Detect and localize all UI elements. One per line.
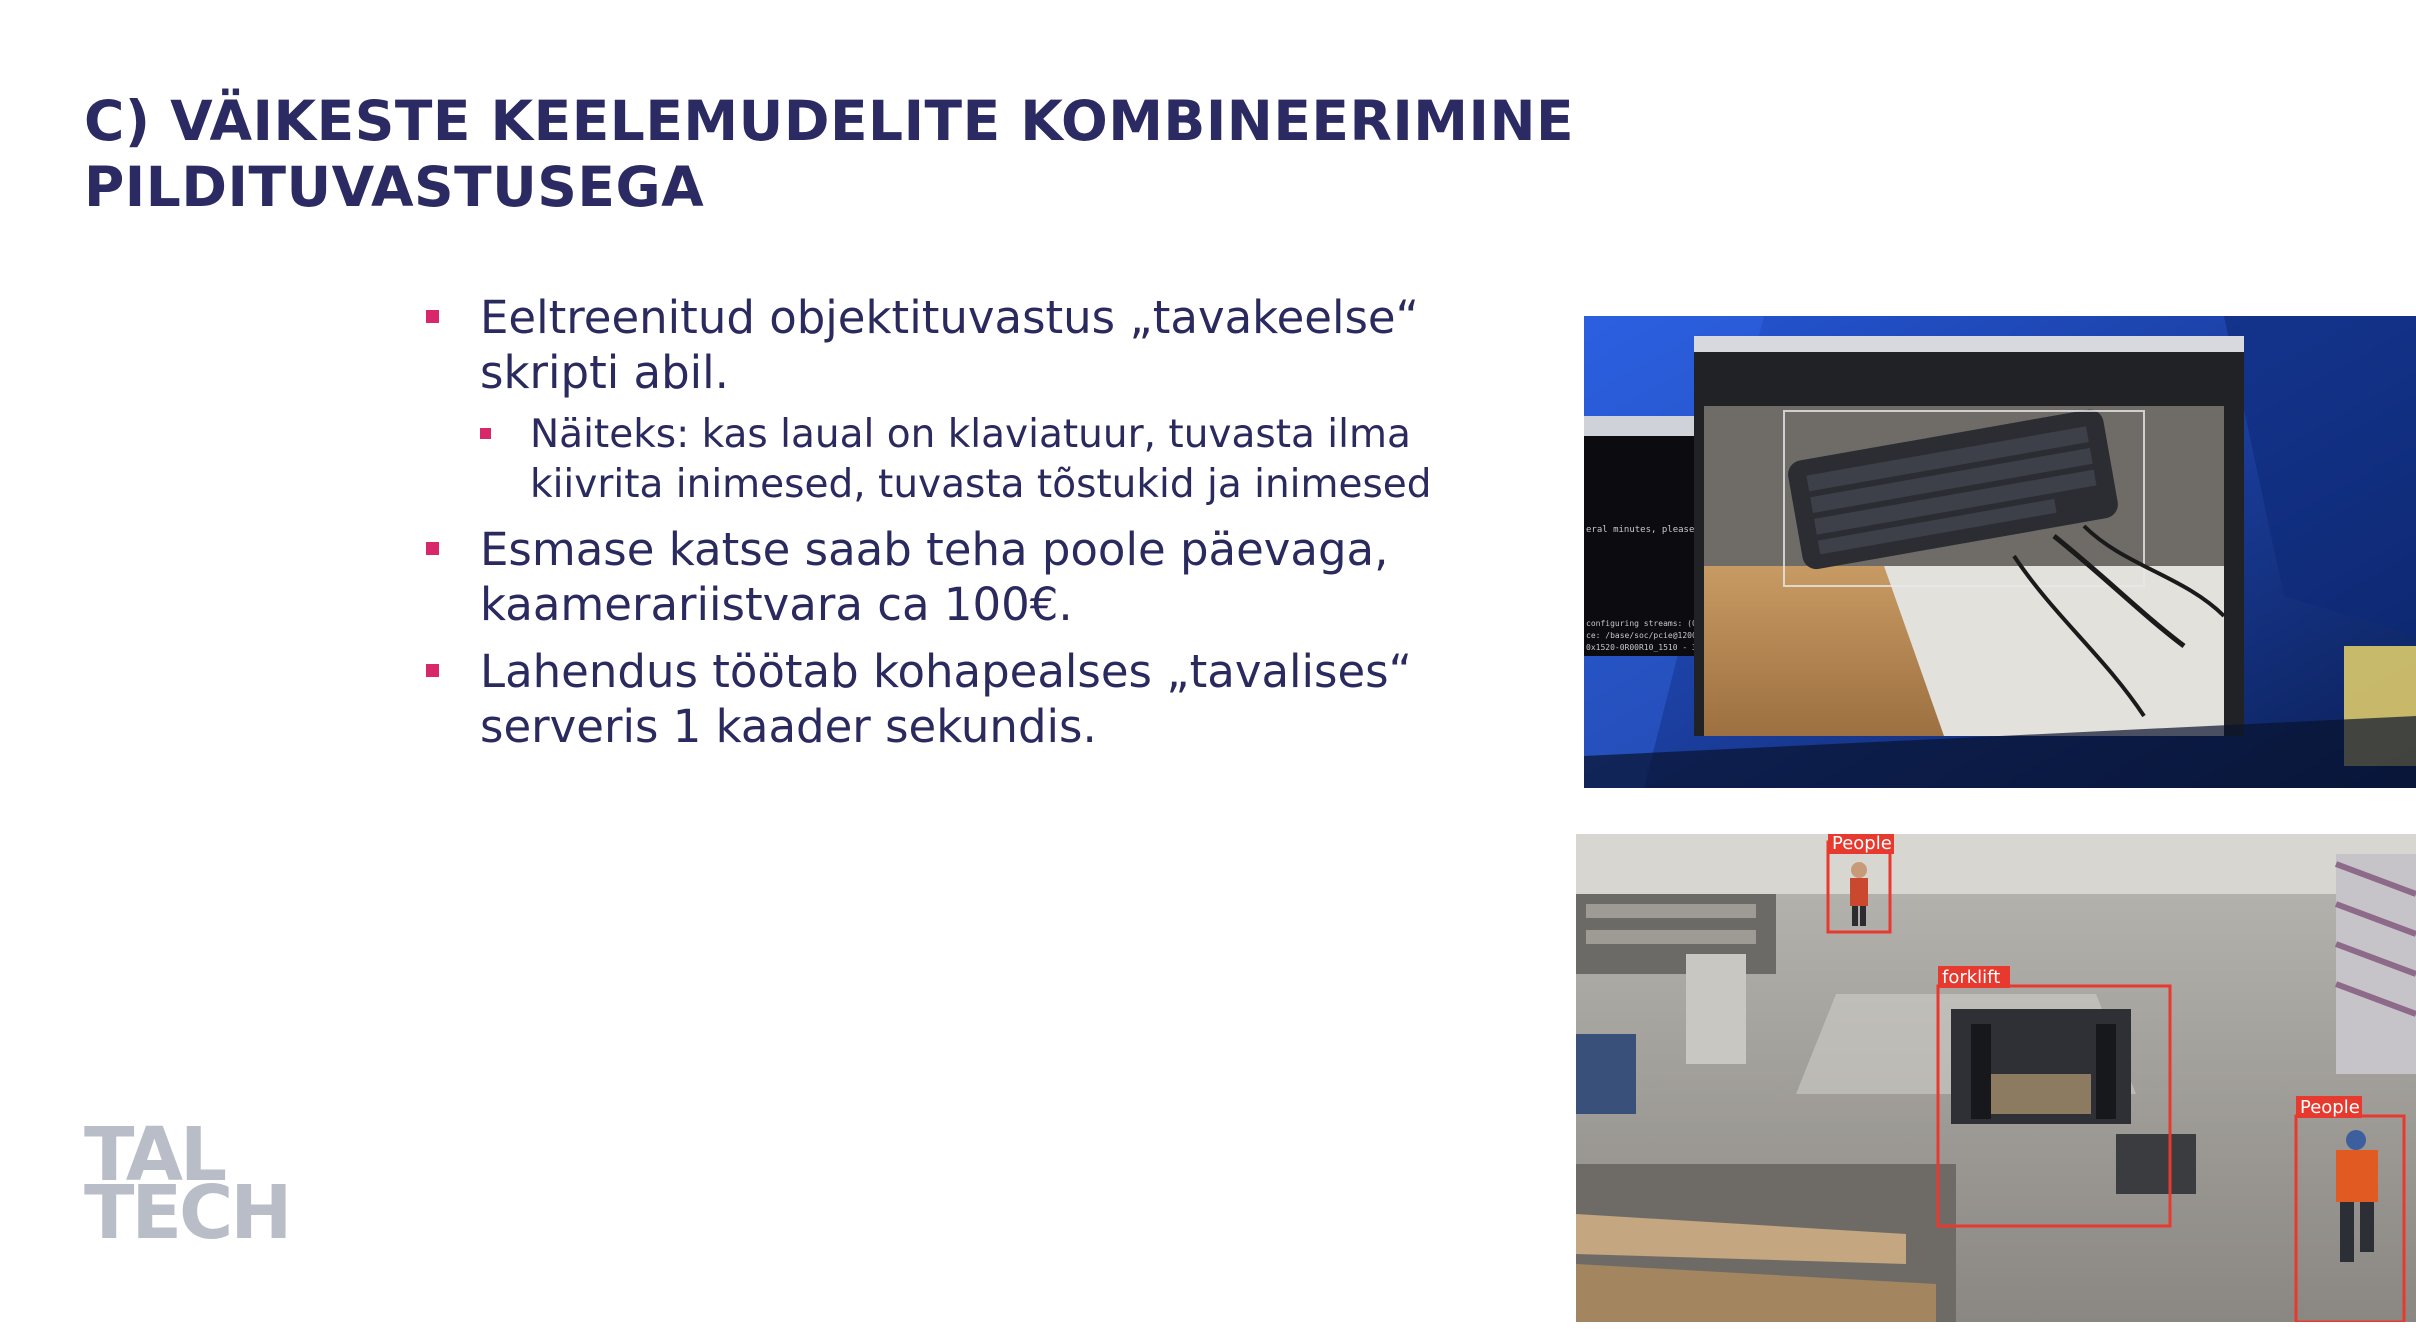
detection-label: forklift bbox=[1942, 967, 2000, 988]
bullet-text-line1: Esmase katse saab teha poole päevaga, bbox=[480, 523, 1389, 576]
sub-bullet-item: Näiteks: kas laual on klaviatuur, tuvast… bbox=[470, 410, 1560, 510]
bullet-marker bbox=[426, 310, 439, 323]
logo-line2: TECH bbox=[84, 1170, 292, 1256]
bullet-list: Eeltreenitud objektituvastus „tavakeelse… bbox=[420, 290, 1560, 766]
keyboard-detection-photo: eral minutes, please configuring streams… bbox=[1584, 316, 2416, 788]
bullet-text-line2: kaamerariistvara ca 100€. bbox=[480, 578, 1073, 631]
bullet-marker bbox=[426, 664, 439, 677]
bullet-text-line1: Näiteks: kas laual on klaviatuur, tuvast… bbox=[530, 412, 1411, 457]
taltech-logo: TAL TECH bbox=[84, 1118, 304, 1256]
terminal-line: eral minutes, please bbox=[1586, 525, 1694, 535]
terminal-line: configuring streams: (0 bbox=[1586, 619, 1697, 628]
bullet-text-line2: kiivrita inimesed, tuvasta tõstukid ja i… bbox=[530, 462, 1432, 507]
slide-title-line1: C) VÄIKESTE KEELEMUDELITE KOMBINEERIMINE bbox=[84, 89, 1575, 153]
bullet-marker bbox=[480, 428, 491, 439]
bullet-text-line2: skripti abil. bbox=[480, 346, 729, 399]
detection-label: People bbox=[1832, 834, 1892, 854]
bullet-item: Esmase katse saab teha poole päevaga, ka… bbox=[420, 522, 1560, 632]
keyboard-photo-illustration: eral minutes, please configuring streams… bbox=[1584, 316, 2416, 788]
terminal-line: 0x1520-0R00R10_1510 - 3rix bbox=[1586, 643, 1711, 652]
bullet-text-line1: Lahendus töötab kohapealses „tavalises“ bbox=[480, 645, 1412, 698]
warehouse-photo-illustration: People forklift People bbox=[1576, 834, 2416, 1322]
bullet-marker bbox=[426, 542, 439, 555]
warehouse-detection-photo: People forklift People bbox=[1576, 834, 2416, 1322]
slide-title-line2: PILDITUVASTUSEGA bbox=[84, 155, 705, 219]
terminal-line: ce: /base/soc/pcie@12000 bbox=[1586, 631, 1702, 640]
bullet-item: Lahendus töötab kohapealses „tavalises“ … bbox=[420, 644, 1560, 754]
slide-title: C) VÄIKESTE KEELEMUDELITE KOMBINEERIMINE… bbox=[84, 88, 1784, 220]
detection-label: People bbox=[2300, 1097, 2360, 1118]
bullet-text-line1: Eeltreenitud objektituvastus „tavakeelse… bbox=[480, 291, 1419, 344]
bullet-item: Eeltreenitud objektituvastus „tavakeelse… bbox=[420, 290, 1560, 400]
bullet-text-line2: serveris 1 kaader sekundis. bbox=[480, 700, 1097, 753]
